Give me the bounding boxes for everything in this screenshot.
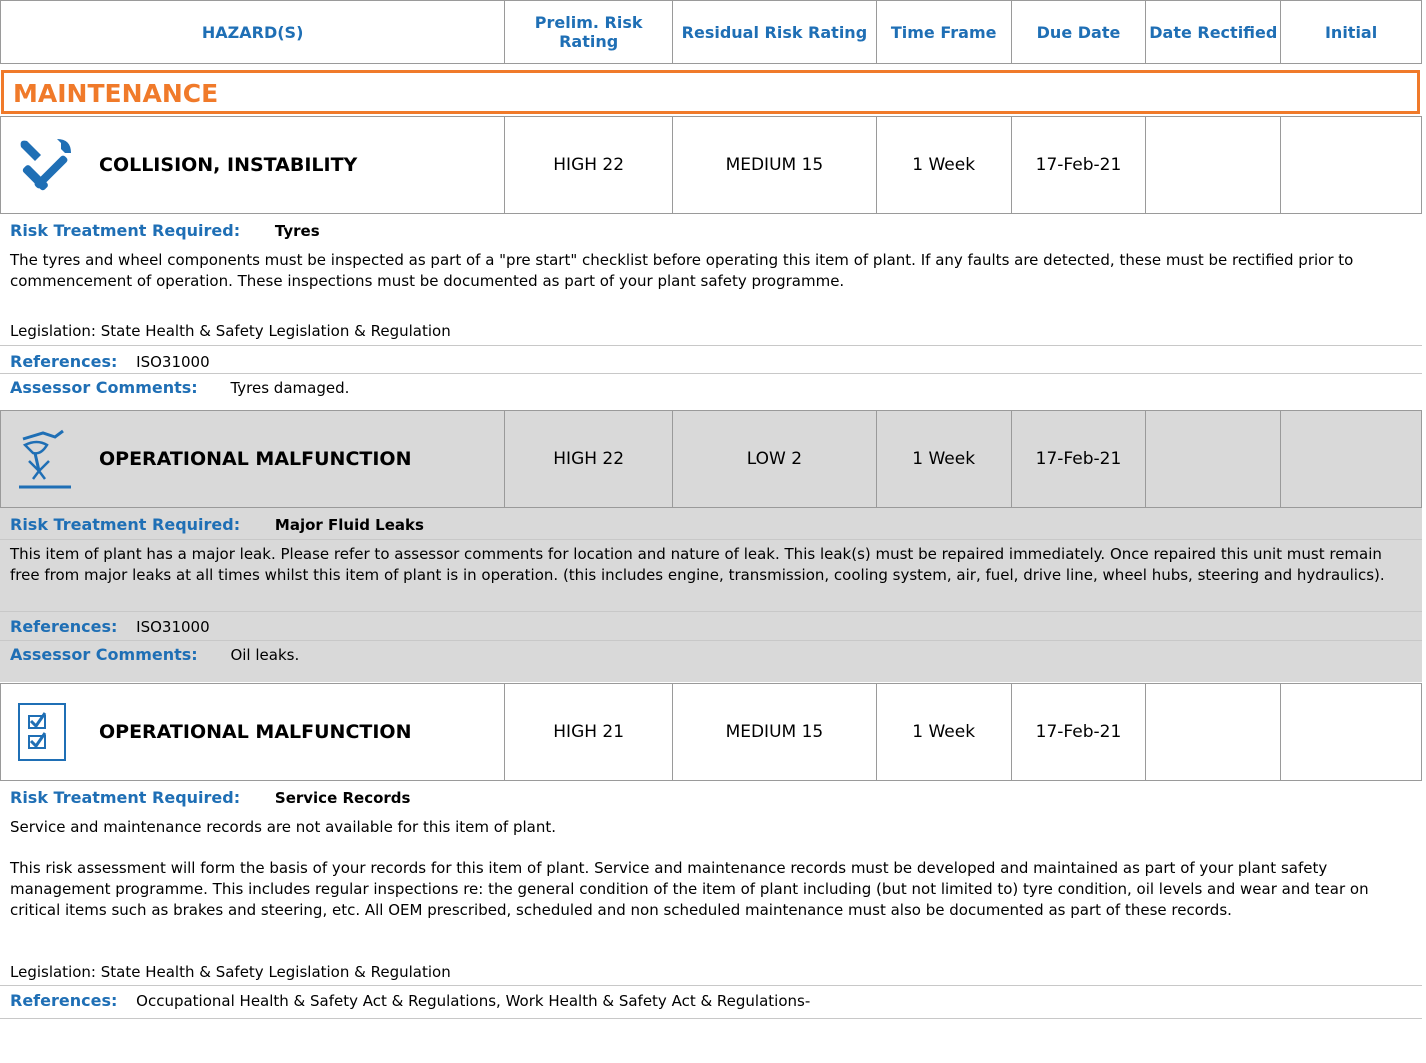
references: References: ISO31000 — [10, 352, 210, 371]
divider — [0, 1018, 1422, 1019]
hazard-block: OPERATIONAL MALFUNCTION HIGH 21 MEDIUM 1… — [0, 683, 1422, 1063]
due-date: 17-Feb-21 — [1012, 411, 1147, 507]
section-maintenance: MAINTENANCE — [1, 70, 1420, 114]
hazard-block: OPERATIONAL MALFUNCTION HIGH 22 LOW 2 1 … — [0, 410, 1422, 682]
references-value: Occupational Health & Safety Act & Regul… — [136, 992, 811, 1010]
prelim-rating: HIGH 21 — [505, 684, 674, 780]
time-frame: 1 Week — [877, 684, 1012, 780]
checklist-icon — [18, 703, 66, 761]
assessor-comments-label: Assessor Comments: — [10, 645, 198, 664]
header-prelim-risk: Prelim. Risk Rating — [505, 1, 674, 63]
due-date: 17-Feb-21 — [1012, 117, 1147, 213]
residual-rating: LOW 2 — [673, 411, 877, 507]
header-hazards: HAZARD(S) — [1, 1, 506, 63]
risk-assessment-page: HAZARD(S) Prelim. Risk Rating Residual R… — [0, 0, 1426, 1063]
legislation: Legislation: State Health & Safety Legis… — [10, 963, 451, 981]
hazard-block: COLLISION, INSTABILITY HIGH 22 MEDIUM 15… — [0, 116, 1422, 397]
header-date-rectified: Date Rectified — [1146, 1, 1282, 63]
header-initial: Initial — [1324, 22, 1378, 42]
date-rectified[interactable] — [1146, 117, 1282, 213]
prelim-rating: HIGH 22 — [505, 117, 674, 213]
hazard-row: COLLISION, INSTABILITY HIGH 22 MEDIUM 15… — [0, 116, 1422, 214]
divider — [0, 539, 1422, 540]
references: References: Occupational Health & Safety… — [10, 991, 810, 1010]
due-date: 17-Feb-21 — [1012, 684, 1147, 780]
header-time-frame: Time Frame — [877, 1, 1012, 63]
time-frame: 1 Week — [877, 117, 1012, 213]
initial[interactable] — [1281, 684, 1421, 780]
references-value: ISO31000 — [136, 618, 210, 636]
treatment-description: Service and maintenance records are not … — [10, 818, 557, 836]
references-label: References: — [10, 352, 118, 371]
assessor-comments: Assessor Comments: Oil leaks. — [10, 645, 299, 664]
risk-treatment-value: Major Fluid Leaks — [274, 516, 424, 534]
leak-icon — [19, 429, 71, 489]
hazard-cell: COLLISION, INSTABILITY — [1, 117, 506, 213]
divider — [0, 611, 1422, 612]
divider — [0, 985, 1422, 986]
divider — [0, 373, 1422, 374]
table-header: HAZARD(S) Prelim. Risk Rating Residual R… — [0, 0, 1422, 64]
risk-treatment-label: Risk Treatment Required: — [10, 788, 241, 807]
assessor-comments: Assessor Comments: Tyres damaged. — [10, 378, 349, 397]
hazard-name: OPERATIONAL MALFUNCTION — [99, 721, 412, 743]
assessor-comments-value: Oil leaks. — [230, 646, 300, 664]
header-due-date: Due Date — [1012, 1, 1147, 63]
initial[interactable] — [1281, 117, 1421, 213]
hazard-cell: OPERATIONAL MALFUNCTION — [1, 411, 506, 507]
references-label: References: — [10, 617, 118, 636]
prelim-rating: HIGH 22 — [505, 411, 674, 507]
legislation: Legislation: State Health & Safety Legis… — [10, 322, 451, 340]
risk-treatment-label: Risk Treatment Required: — [10, 515, 241, 534]
divider — [0, 345, 1422, 346]
assessor-comments-value: Tyres damaged. — [230, 379, 350, 397]
references: References: ISO31000 — [10, 617, 210, 636]
treatment-description: This risk assessment will form the basis… — [10, 859, 1369, 919]
risk-treatment-label: Risk Treatment Required: — [10, 221, 241, 240]
date-rectified[interactable] — [1146, 684, 1282, 780]
assessor-comments-label: Assessor Comments: — [10, 378, 198, 397]
initial[interactable] — [1281, 411, 1421, 507]
risk-treatment-value: Tyres — [274, 222, 320, 240]
references-label: References: — [10, 991, 118, 1010]
residual-rating: MEDIUM 15 — [673, 684, 877, 780]
residual-rating: MEDIUM 15 — [673, 117, 877, 213]
tools-icon — [20, 139, 71, 191]
time-frame: 1 Week — [877, 411, 1012, 507]
section-title: MAINTENANCE — [13, 79, 219, 108]
hazard-row: OPERATIONAL MALFUNCTION HIGH 21 MEDIUM 1… — [0, 683, 1422, 781]
header-residual-risk: Residual Risk Rating — [673, 1, 877, 63]
date-rectified[interactable] — [1146, 411, 1282, 507]
hazard-name: COLLISION, INSTABILITY — [99, 154, 358, 176]
risk-treatment: Risk Treatment Required: Service Records — [10, 788, 410, 807]
risk-treatment-value: Service Records — [274, 789, 411, 807]
divider — [0, 640, 1422, 641]
hazard-name: OPERATIONAL MALFUNCTION — [99, 448, 412, 470]
treatment-description: This item of plant has a major leak. Ple… — [10, 545, 1385, 584]
risk-treatment: Risk Treatment Required: Major Fluid Lea… — [10, 515, 424, 534]
references-value: ISO31000 — [136, 353, 210, 371]
risk-treatment: Risk Treatment Required: Tyres — [10, 221, 320, 240]
treatment-description: The tyres and wheel components must be i… — [10, 251, 1354, 290]
hazard-row: OPERATIONAL MALFUNCTION HIGH 22 LOW 2 1 … — [0, 410, 1422, 508]
hazard-cell: OPERATIONAL MALFUNCTION — [1, 684, 506, 780]
